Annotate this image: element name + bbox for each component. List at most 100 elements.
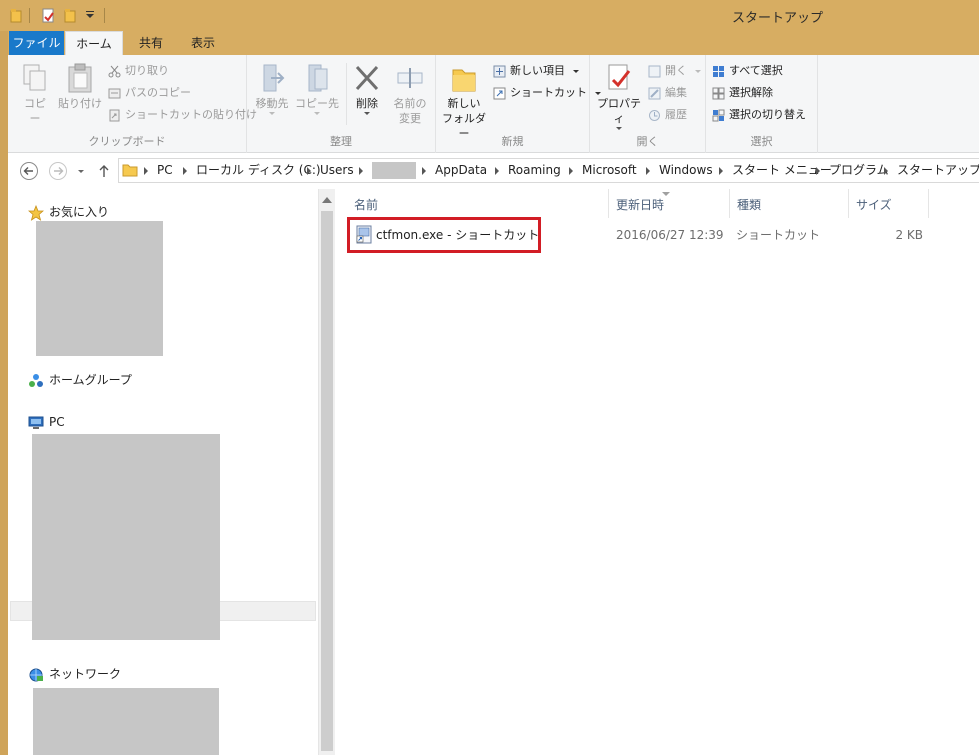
scissors-icon bbox=[108, 65, 121, 77]
new-item-button[interactable]: 新しい項目 bbox=[493, 62, 579, 80]
breadcrumb-separator[interactable] bbox=[719, 167, 723, 175]
paste-shortcut-button[interactable]: ショートカットの貼り付け bbox=[108, 106, 257, 124]
window-title: スタートアップ bbox=[731, 11, 823, 26]
chevron-down-icon bbox=[616, 127, 622, 130]
select-all-button[interactable]: すべて選択 bbox=[712, 62, 783, 80]
paste-button[interactable]: 貼り付け bbox=[57, 63, 103, 111]
column-header-size[interactable]: サイズ bbox=[849, 189, 929, 218]
clipboard-group-label: クリップボード bbox=[88, 135, 166, 148]
breadcrumb-separator[interactable] bbox=[422, 167, 426, 175]
cut-button[interactable]: 切り取り bbox=[108, 62, 169, 80]
navigation-pane: お気に入り ホームグループ PC ネットワーク bbox=[8, 189, 319, 755]
copy-icon bbox=[23, 64, 46, 91]
tab-share[interactable]: 共有 bbox=[126, 31, 176, 55]
file-modified: 2016/06/27 12:39 bbox=[616, 228, 724, 242]
breadcrumb-redacted-user[interactable] bbox=[372, 162, 416, 179]
invert-selection-button[interactable]: 選択の切り替え bbox=[712, 106, 806, 124]
breadcrumb-separator[interactable] bbox=[884, 167, 888, 175]
breadcrumb-roaming[interactable]: Roaming bbox=[508, 159, 561, 182]
breadcrumb-separator[interactable] bbox=[816, 167, 820, 175]
breadcrumb-microsoft[interactable]: Microsoft bbox=[582, 159, 637, 182]
network-icon bbox=[29, 668, 43, 681]
copy-to-button[interactable]: コピー先 bbox=[295, 63, 339, 115]
ribbon-tab-row: ファイル ホーム 共有 表示 bbox=[8, 31, 979, 56]
title-bar[interactable]: スタートアップ bbox=[0, 0, 979, 31]
new-folder-button[interactable]: 新しい フォルダー bbox=[439, 63, 489, 141]
computer-icon bbox=[28, 416, 44, 429]
star-icon bbox=[28, 204, 44, 221]
rename-button[interactable]: 名前の 変更 bbox=[390, 63, 430, 126]
select-all-label: すべて選択 bbox=[729, 64, 783, 77]
breadcrumb-separator[interactable] bbox=[569, 167, 573, 175]
move-to-button[interactable]: 移動先 bbox=[251, 63, 293, 115]
breadcrumb-separator[interactable] bbox=[183, 167, 187, 175]
move-to-label: 移動先 bbox=[255, 97, 289, 110]
properties-button[interactable]: プロパティ bbox=[594, 63, 644, 130]
file-list-pane: 名前 更新日時 種類 サイズ ctfmon.exe - ショートカット 2016… bbox=[335, 189, 979, 755]
redacted-favorites-list bbox=[36, 221, 163, 356]
address-row: PC ローカル ディスク (C:) Users AppData Roaming … bbox=[8, 153, 979, 189]
breadcrumb-windows[interactable]: Windows bbox=[659, 159, 713, 182]
scroll-up-arrow-icon[interactable] bbox=[322, 197, 332, 203]
rename-icon bbox=[397, 68, 423, 88]
paste-shortcut-label: ショートカットの貼り付け bbox=[125, 108, 257, 121]
delete-x-icon bbox=[355, 65, 379, 91]
breadcrumb-local-disk[interactable]: ローカル ディスク (C:) bbox=[196, 159, 321, 182]
history-icon bbox=[649, 109, 660, 121]
delete-label: 削除 bbox=[356, 97, 378, 110]
scroll-thumb[interactable] bbox=[321, 211, 333, 751]
copy-path-button[interactable]: パスのコピー bbox=[108, 84, 191, 102]
breadcrumb-startup[interactable]: スタートアップ bbox=[897, 159, 979, 182]
paste-shortcut-icon bbox=[109, 109, 120, 121]
breadcrumb-pc[interactable]: PC bbox=[157, 159, 173, 182]
up-button[interactable] bbox=[94, 161, 114, 181]
copy-to-label: コピー先 bbox=[295, 97, 339, 110]
shortcut-button[interactable]: ショートカット bbox=[493, 84, 601, 102]
nav-pane-scrollbar[interactable] bbox=[319, 189, 335, 755]
move-to-icon bbox=[263, 64, 285, 92]
nav-pc-label: PC bbox=[49, 415, 65, 429]
edit-icon bbox=[648, 87, 661, 99]
select-none-label: 選択解除 bbox=[729, 86, 773, 99]
breadcrumb-programs[interactable]: プログラム bbox=[829, 159, 889, 182]
chevron-down-icon bbox=[314, 112, 320, 115]
chevron-down-icon bbox=[269, 112, 275, 115]
nav-homegroup[interactable]: ホームグループ bbox=[28, 371, 132, 389]
history-button[interactable]: 履歴 bbox=[648, 106, 687, 124]
open-button[interactable]: 開く bbox=[648, 62, 701, 80]
breadcrumb-separator[interactable] bbox=[144, 167, 148, 175]
select-none-button[interactable]: 選択解除 bbox=[712, 84, 773, 102]
copy-path-icon bbox=[108, 88, 121, 98]
invert-selection-label: 選択の切り替え bbox=[729, 108, 806, 121]
forward-button[interactable] bbox=[48, 161, 68, 181]
new-folder-label-line1: 新しい bbox=[447, 97, 481, 110]
nav-network-label: ネットワーク bbox=[49, 667, 122, 681]
nav-pc[interactable]: PC bbox=[28, 413, 65, 431]
paste-icon bbox=[68, 63, 92, 93]
column-header-type[interactable]: 種類 bbox=[730, 189, 849, 218]
tab-home[interactable]: ホーム bbox=[65, 31, 123, 56]
breadcrumb-separator[interactable] bbox=[646, 167, 650, 175]
history-label: 履歴 bbox=[665, 108, 687, 121]
breadcrumb-separator[interactable] bbox=[495, 167, 499, 175]
new-item-label: 新しい項目 bbox=[510, 64, 565, 77]
breadcrumb-users[interactable]: Users bbox=[320, 159, 354, 182]
open-group: プロパティ 開く 編集 履歴 開く bbox=[590, 55, 706, 153]
tab-file[interactable]: ファイル bbox=[9, 31, 64, 55]
nav-favorites[interactable]: お気に入り bbox=[28, 203, 109, 221]
column-header-name[interactable]: 名前 bbox=[347, 189, 609, 218]
delete-button[interactable]: 削除 bbox=[350, 63, 384, 115]
breadcrumb-separator[interactable] bbox=[359, 167, 363, 175]
copy-button[interactable]: コピー bbox=[20, 63, 50, 126]
tab-view[interactable]: 表示 bbox=[178, 31, 228, 55]
nav-network[interactable]: ネットワーク bbox=[28, 665, 121, 683]
address-bar[interactable]: PC ローカル ディスク (C:) Users AppData Roaming … bbox=[118, 158, 979, 183]
breadcrumb-appdata[interactable]: AppData bbox=[435, 159, 487, 182]
recent-locations-dropdown-icon[interactable] bbox=[78, 170, 84, 173]
window-frame-left bbox=[0, 0, 8, 755]
breadcrumb-separator[interactable] bbox=[307, 167, 311, 175]
invert-selection-icon bbox=[712, 109, 725, 121]
select-group-label: 選択 bbox=[750, 135, 773, 148]
back-button[interactable] bbox=[19, 161, 39, 181]
edit-button[interactable]: 編集 bbox=[648, 84, 687, 102]
